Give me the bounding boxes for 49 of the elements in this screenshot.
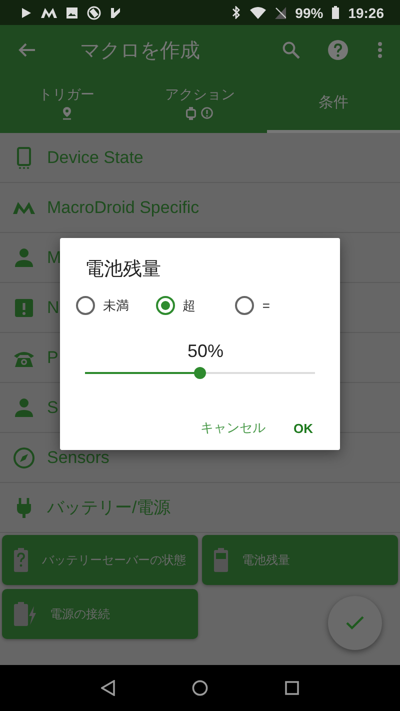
- pin-icon: [62, 106, 72, 120]
- bluetooth-icon: [232, 6, 242, 19]
- battery-icon: [14, 548, 28, 572]
- play-icon: [20, 6, 32, 18]
- back-icon[interactable]: [100, 680, 115, 696]
- slider-thumb[interactable]: [194, 367, 206, 379]
- no-signal-icon: [275, 6, 286, 18]
- tab[interactable]: 条件: [266, 75, 400, 133]
- battery-icon: [332, 6, 340, 19]
- back-arrow-icon[interactable]: [18, 42, 36, 58]
- tab[interactable]: アクション: [133, 75, 267, 133]
- battery-icon: [14, 602, 36, 626]
- alert-icon: [201, 107, 214, 119]
- category-icon: [13, 396, 35, 418]
- condition-card[interactable]: バッテリーセーバーの状態: [2, 535, 198, 585]
- slider[interactable]: [85, 367, 315, 379]
- radio-button[interactable]: [235, 296, 254, 315]
- tab[interactable]: トリガー: [0, 75, 134, 133]
- condition-card[interactable]: 電源の接続: [2, 589, 198, 639]
- toolbar-title: マクロを作成: [80, 38, 201, 64]
- radio-option[interactable]: 未満: [76, 296, 156, 315]
- category-icon: [13, 296, 35, 318]
- image-icon: [66, 6, 78, 18]
- wifi-icon: [250, 6, 266, 18]
- flag-icon: [110, 6, 122, 18]
- check-icon: [346, 616, 364, 630]
- category-icon: [13, 246, 35, 268]
- radio-option[interactable]: 超: [156, 296, 236, 315]
- watch-icon: [186, 106, 196, 120]
- help-icon[interactable]: [328, 40, 348, 60]
- search-icon[interactable]: [282, 41, 300, 59]
- more-icon[interactable]: [378, 42, 382, 58]
- slider-value: 50%: [187, 341, 224, 362]
- clock: 19:26: [348, 4, 384, 20]
- category-item[interactable]: バッテリー/電源: [0, 483, 400, 533]
- dialog-title: 電池残量: [85, 258, 162, 282]
- radio-option[interactable]: =: [235, 296, 316, 315]
- category-icon: [13, 446, 35, 468]
- rotate-icon: [87, 6, 101, 20]
- category-item[interactable]: MacroDroid Specific: [0, 183, 400, 233]
- logo-icon: [41, 8, 57, 18]
- battery-icon: [214, 548, 228, 572]
- battery-percent: 99%: [295, 4, 324, 20]
- home-icon[interactable]: [192, 680, 208, 696]
- category-item[interactable]: Device State: [0, 133, 400, 183]
- recents-icon[interactable]: [285, 681, 300, 695]
- radio-button[interactable]: [156, 296, 175, 315]
- radio-button[interactable]: [76, 296, 95, 315]
- condition-card[interactable]: 電池残量: [202, 535, 398, 585]
